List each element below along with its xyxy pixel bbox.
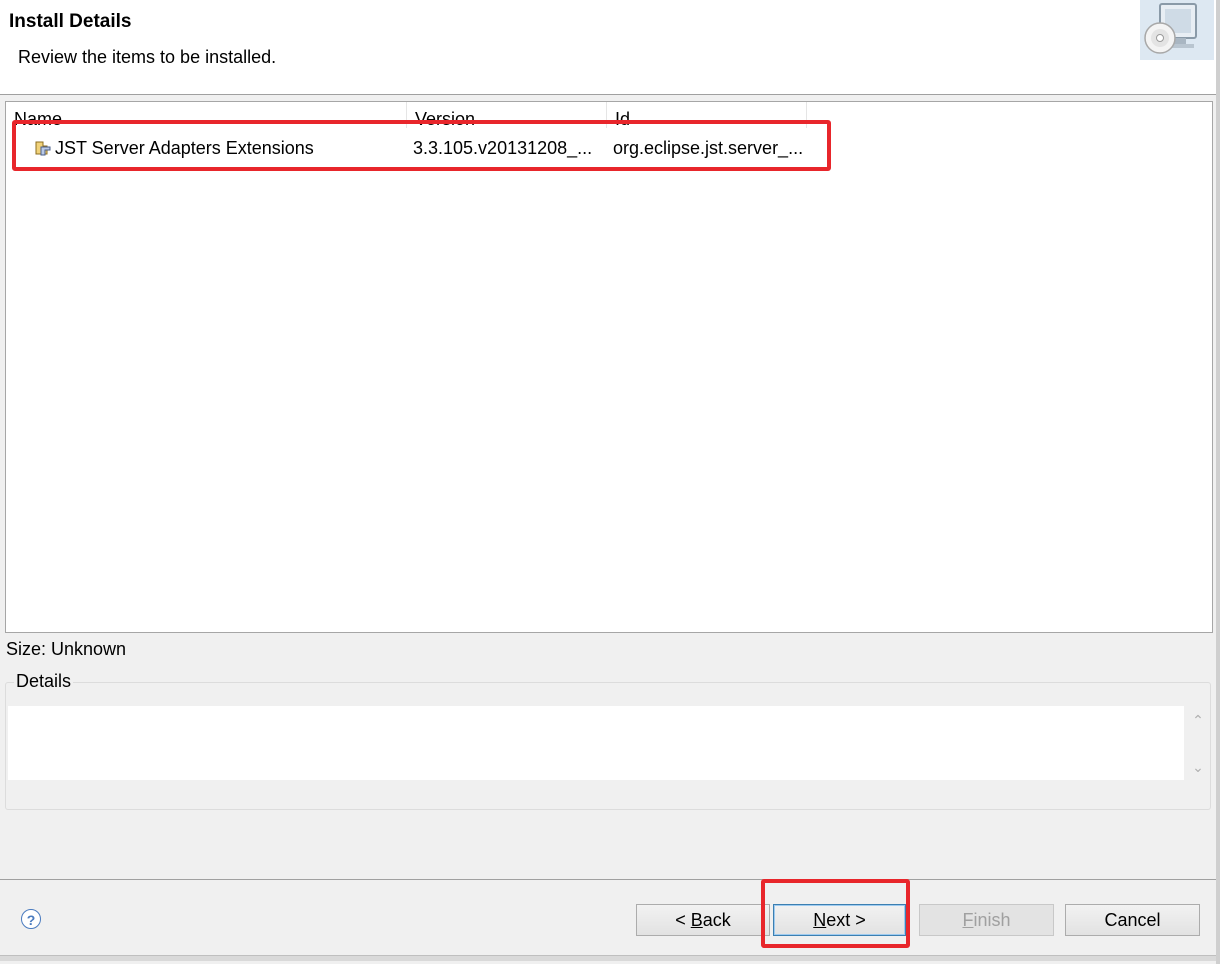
next-highlight-annotation [761,879,910,948]
size-label: Size: Unknown [6,639,127,659]
row-highlight-annotation [12,120,831,171]
install-cd-computer-icon [1140,0,1214,60]
finish-button[interactable]: Finish [919,904,1054,936]
dialog-banner: Install Details Review the items to be i… [0,0,1216,95]
page-title: Install Details [9,11,132,32]
page-description: Review the items to be installed. [18,47,277,67]
cancel-button[interactable]: Cancel [1065,904,1200,936]
footer-separator [0,879,1216,880]
back-button[interactable]: < Back [636,904,770,936]
install-items-table[interactable]: Name Version Id JST Server Adapters Exte… [5,101,1213,633]
window-right-edge [1216,0,1220,964]
help-icon[interactable]: ? [21,909,41,929]
scroll-down-icon[interactable]: ⌄ [1188,757,1208,777]
details-legend: Details [14,671,74,692]
scroll-up-icon[interactable]: ⌃ [1188,710,1208,730]
details-text-area[interactable] [8,706,1184,780]
window-bottom-edge [0,955,1216,961]
